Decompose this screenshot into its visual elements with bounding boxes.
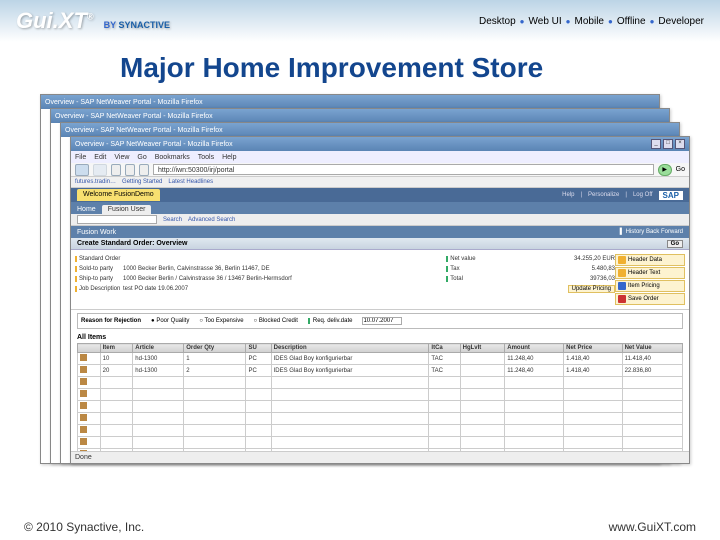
radio-poor-quality[interactable]: ● Poor Quality <box>151 318 189 324</box>
panel-title: Fusion Work <box>77 229 116 236</box>
search-label[interactable]: Search <box>163 217 182 223</box>
radio-blocked-credit[interactable]: ○ Blocked Credit <box>254 318 298 324</box>
table-row[interactable] <box>78 437 683 449</box>
table-row[interactable] <box>78 401 683 413</box>
table-row[interactable] <box>78 377 683 389</box>
slide-title: Major Home Improvement Store <box>0 42 720 94</box>
req-deliv-label: Req. deliv.date <box>308 318 353 324</box>
menu-bar: File Edit View Go Bookmarks Tools Help <box>71 151 689 163</box>
update-pricing-button[interactable]: Update Pricing <box>568 285 615 293</box>
nav-webui[interactable]: Web UI <box>529 16 562 27</box>
reason-box: Reason for Rejection ● Poor Quality ○ To… <box>77 313 683 329</box>
reload-button[interactable] <box>111 164 121 176</box>
tab-fusion-user[interactable]: Fusion User <box>102 205 152 214</box>
form-header: Create Standard Order: Overview Go <box>71 238 689 250</box>
slide-footer: © 2010 Synactive, Inc. www.GuiXT.com <box>0 520 720 534</box>
home-button[interactable] <box>139 164 149 176</box>
menu-edit[interactable]: Edit <box>94 154 106 161</box>
footer-url: www.GuiXT.com <box>609 520 696 534</box>
welcome-tab[interactable]: Welcome FusionDemo <box>77 189 160 201</box>
window-title: Overview - SAP NetWeaver Portal - Mozill… <box>75 141 233 148</box>
slide-header: Gui.XT® BY SYNACTIVE Desktop● Web UI● Mo… <box>0 0 720 42</box>
forward-button[interactable] <box>93 164 107 176</box>
go-label: Go <box>676 166 685 173</box>
side-actions: Header Data Header Text Item Pricing Sav… <box>615 254 685 305</box>
back-button[interactable] <box>75 164 89 176</box>
table-row[interactable]: 10hd-13001PCIDES Glad Boy konfigurierbar… <box>78 353 683 365</box>
search-bar: Search Advanced Search <box>71 214 689 226</box>
form-area: Standard Order Sold-to party1000 Becker … <box>71 250 689 310</box>
table-row[interactable] <box>78 425 683 437</box>
row-icon[interactable] <box>80 390 87 397</box>
top-nav: Desktop● Web UI● Mobile● Offline● Develo… <box>479 16 704 27</box>
maximize-icon[interactable]: □ <box>663 139 673 149</box>
tab-home[interactable]: Home <box>71 205 102 214</box>
row-icon[interactable] <box>80 414 87 421</box>
table-row[interactable]: 20hd-13002PCIDES Glad Boy konfigurierbar… <box>78 365 683 377</box>
nav-desktop[interactable]: Desktop <box>479 16 516 27</box>
panel-header: Fusion Work ▌ History Back Forward <box>71 226 689 238</box>
row-icon[interactable] <box>80 402 87 409</box>
sheet-icon <box>618 256 626 264</box>
row-icon[interactable] <box>80 378 87 385</box>
portal-tabs: Home Fusion User <box>71 202 689 214</box>
titlebar: Overview - SAP NetWeaver Portal - Mozill… <box>71 137 689 151</box>
row-icon[interactable] <box>80 354 87 361</box>
personalize-link[interactable]: Personalize <box>588 192 619 198</box>
items-table: ItemArticleOrder QtySUDescriptionItCaHgL… <box>77 343 683 461</box>
menu-bookmarks[interactable]: Bookmarks <box>155 154 190 161</box>
bookmark-item[interactable]: Latest Headlines <box>168 179 213 185</box>
go-button[interactable]: ▶ <box>658 164 672 176</box>
header-text-button[interactable]: Header Text <box>615 267 685 279</box>
minimize-icon[interactable]: _ <box>651 139 661 149</box>
status-bar: Done <box>71 451 689 463</box>
table-header-row: ItemArticleOrder QtySUDescriptionItCaHgL… <box>78 344 683 353</box>
window-stack: Overview - SAP NetWeaver Portal - Mozill… <box>40 94 680 474</box>
search-input[interactable] <box>77 215 157 224</box>
header-data-button[interactable]: Header Data <box>615 254 685 266</box>
row-icon[interactable] <box>80 438 87 445</box>
stop-button[interactable] <box>125 164 135 176</box>
logoff-link[interactable]: Log Off <box>633 192 653 198</box>
bookmark-item[interactable]: futures.tradin… <box>75 179 116 185</box>
save-order-button[interactable]: Save Order <box>615 293 685 305</box>
menu-file[interactable]: File <box>75 154 86 161</box>
table-row[interactable] <box>78 413 683 425</box>
close-icon[interactable]: × <box>675 139 685 149</box>
nav-toolbar: http://iwn:50300/irj/portal ▶ Go <box>71 163 689 177</box>
all-items: All Items ItemArticleOrder QtySUDescript… <box>77 332 683 461</box>
row-icon[interactable] <box>80 426 87 433</box>
row-icon[interactable] <box>80 366 87 373</box>
nav-mobile[interactable]: Mobile <box>575 16 604 27</box>
nav-offline[interactable]: Offline <box>617 16 646 27</box>
menu-view[interactable]: View <box>114 154 129 161</box>
menu-help[interactable]: Help <box>222 154 236 161</box>
text-icon <box>618 269 626 277</box>
sap-logo: SAP <box>659 191 683 200</box>
copyright: © 2010 Synactive, Inc. <box>24 520 144 534</box>
browser-window: Overview - SAP NetWeaver Portal - Mozill… <box>70 136 690 464</box>
logo: Gui.XT® BY SYNACTIVE <box>16 8 170 34</box>
form-title: Create Standard Order: Overview <box>77 240 188 247</box>
save-icon <box>618 295 626 303</box>
bookmark-item[interactable]: Getting Started <box>122 179 162 185</box>
nav-developer[interactable]: Developer <box>658 16 704 27</box>
go-button[interactable]: Go <box>667 240 683 248</box>
advanced-search-link[interactable]: Advanced Search <box>188 217 235 223</box>
menu-go[interactable]: Go <box>137 154 146 161</box>
table-row[interactable] <box>78 389 683 401</box>
reason-title: Reason for Rejection <box>81 318 141 324</box>
radio-too-expensive[interactable]: ○ Too Expensive <box>199 318 243 324</box>
portal-header: Welcome FusionDemo Help| Personalize| Lo… <box>71 188 689 202</box>
req-deliv-date-input[interactable] <box>362 317 402 325</box>
bookmark-toolbar: futures.tradin… Getting Started Latest H… <box>71 177 689 188</box>
item-pricing-button[interactable]: Item Pricing <box>615 280 685 292</box>
url-bar[interactable]: http://iwn:50300/irj/portal <box>153 164 654 175</box>
all-items-title: All Items <box>77 332 683 343</box>
price-icon <box>618 282 626 290</box>
help-link[interactable]: Help <box>562 192 574 198</box>
menu-tools[interactable]: Tools <box>198 154 214 161</box>
